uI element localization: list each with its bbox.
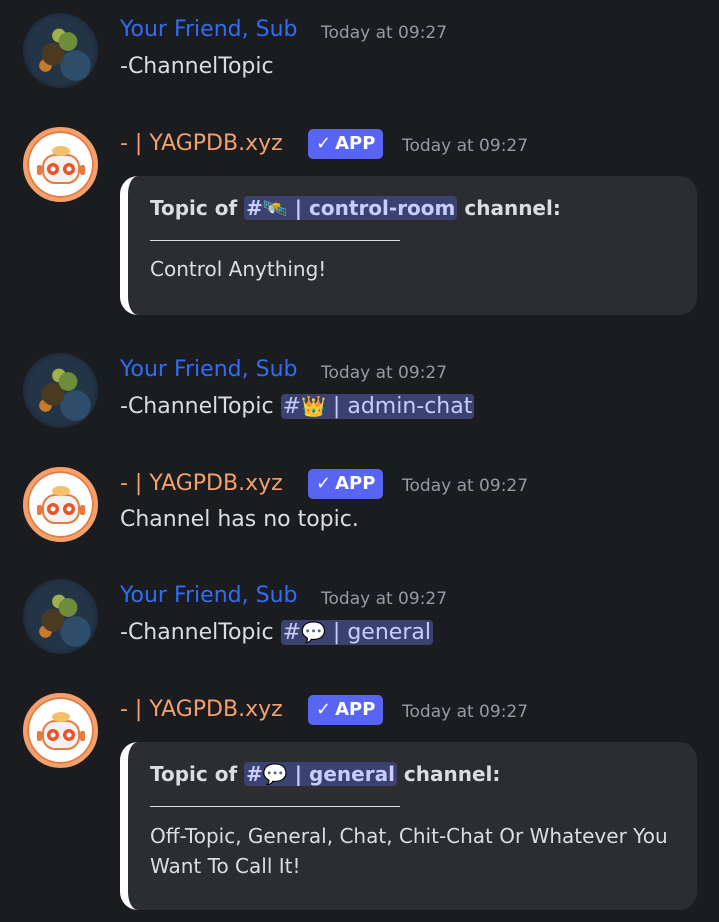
author-name[interactable]: Your Friend, Sub (120, 357, 297, 382)
bot-avatar-icon[interactable] (23, 467, 98, 542)
embed-title: Topic of #🛰️ | control-room channel: (150, 196, 561, 220)
app-badge: ✓ APP (308, 129, 384, 159)
author-name[interactable]: - | YAGPDB.xyz (120, 471, 283, 496)
app-badge: ✓ APP (308, 695, 384, 725)
checkmark-icon: ✓ (316, 473, 332, 494)
embed-divider (150, 240, 400, 241)
message-text: -ChannelTopic #👑 | admin-chat (120, 394, 475, 419)
author-name[interactable]: - | YAGPDB.xyz (120, 697, 283, 722)
satellite-emoji-icon: 🛰️ (262, 196, 288, 220)
timestamp: Today at 09:27 (402, 136, 529, 156)
crown-emoji-icon: 👑 (301, 394, 326, 418)
author-name[interactable]: - | YAGPDB.xyz (120, 131, 283, 156)
author-name[interactable]: Your Friend, Sub (120, 17, 297, 42)
embed-description: Off-Topic, General, Chat, Chit-Chat Or W… (150, 824, 668, 878)
robot-face-icon (36, 711, 85, 750)
bot-avatar-icon[interactable] (23, 693, 98, 768)
timestamp: Today at 09:27 (321, 363, 448, 383)
channel-mention[interactable]: #👑 | admin-chat (280, 394, 475, 419)
timestamp: Today at 09:27 (321, 589, 448, 609)
message-text: Channel has no topic. (120, 507, 359, 532)
topic-embed: Topic of #💬 | general channel: Off-Topic… (120, 742, 697, 910)
checkmark-icon: ✓ (316, 133, 332, 154)
user-avatar-icon[interactable] (23, 353, 98, 428)
author-name[interactable]: Your Friend, Sub (120, 583, 297, 608)
checkmark-icon: ✓ (316, 699, 332, 720)
speech-bubble-emoji-icon: 💬 (262, 762, 288, 786)
bot-avatar-icon[interactable] (23, 127, 98, 202)
embed-description: Control Anything! (150, 257, 327, 281)
embed-title: Topic of #💬 | general channel: (150, 762, 501, 786)
speech-bubble-emoji-icon: 💬 (301, 620, 326, 644)
robot-face-icon (36, 145, 85, 184)
channel-mention[interactable]: #🛰️ | control-room (244, 196, 458, 220)
channel-mention[interactable]: #💬 | general (244, 762, 397, 786)
timestamp: Today at 09:27 (402, 702, 529, 722)
embed-divider (150, 806, 400, 807)
robot-face-icon (36, 485, 85, 524)
app-badge: ✓ APP (308, 469, 384, 499)
message-text: -ChannelTopic #💬 | general (120, 620, 433, 645)
channel-mention[interactable]: #💬 | general (280, 620, 433, 645)
user-avatar-icon[interactable] (23, 13, 98, 88)
timestamp: Today at 09:27 (321, 23, 448, 43)
topic-embed: Topic of #🛰️ | control-room channel: Con… (120, 176, 697, 315)
timestamp: Today at 09:27 (402, 476, 529, 496)
message-text: -ChannelTopic (120, 54, 274, 79)
user-avatar-icon[interactable] (23, 579, 98, 654)
